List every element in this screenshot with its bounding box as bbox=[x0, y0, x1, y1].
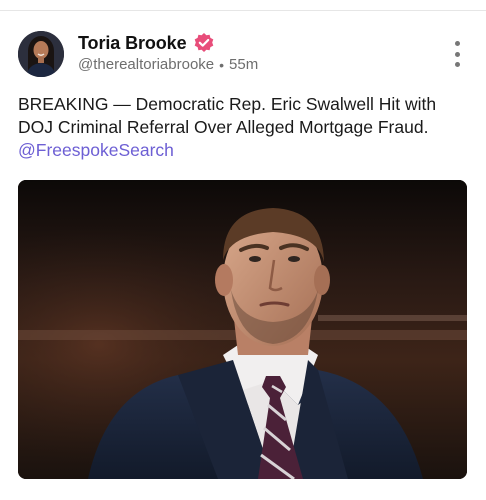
post-text: BREAKING — Democratic Rep. Eric Swalwell… bbox=[18, 94, 437, 137]
post-timestamp: 55m bbox=[229, 56, 259, 73]
post-body: BREAKING — Democratic Rep. Eric Swalwell… bbox=[18, 93, 468, 162]
author-avatar[interactable] bbox=[18, 31, 64, 77]
vertical-ellipsis-icon bbox=[454, 41, 460, 46]
meta-separator: • bbox=[219, 56, 225, 73]
more-options-button[interactable] bbox=[450, 41, 464, 67]
post-image[interactable] bbox=[18, 180, 467, 479]
author-meta-row: @therealtoriabrooke • 55m bbox=[78, 56, 258, 73]
mention-link[interactable]: @FreespokeSearch bbox=[18, 139, 174, 162]
verified-badge-icon bbox=[193, 32, 215, 54]
vertical-ellipsis-icon bbox=[454, 62, 460, 67]
author-display-name[interactable]: Toria Brooke bbox=[78, 33, 187, 54]
author-handle[interactable]: @therealtoriabrooke bbox=[78, 56, 214, 73]
author-name-row: Toria Brooke bbox=[78, 31, 215, 55]
vertical-ellipsis-icon bbox=[454, 51, 460, 57]
top-divider bbox=[0, 10, 486, 11]
